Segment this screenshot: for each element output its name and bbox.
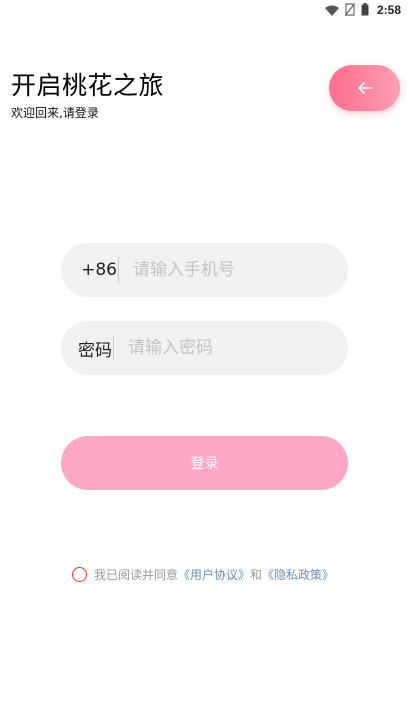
login-button[interactable]: 登录	[61, 436, 348, 490]
phone-field: +86	[61, 243, 348, 297]
agreement-checkbox[interactable]	[72, 566, 87, 582]
status-bar: 2:58	[0, 0, 409, 20]
agreement-and: 和	[250, 567, 263, 582]
agreement-text: 我已阅读并同意	[94, 567, 179, 582]
status-time: 2:58	[376, 3, 401, 17]
password-input[interactable]	[128, 338, 318, 358]
country-code[interactable]: +86	[61, 260, 117, 280]
wifi-icon	[324, 1, 339, 20]
agreement-row: 我已阅读并同意 《用户协议》 和 《隐私政策》	[72, 565, 334, 583]
user-agreement-link[interactable]: 《用户协议》	[178, 566, 250, 583]
status-icons: 2:58	[324, 1, 401, 20]
password-field: 密码	[61, 321, 348, 375]
battery-icon	[361, 1, 369, 20]
phone-divider	[118, 257, 119, 283]
no-sim-icon	[344, 1, 356, 20]
arrow-left-icon	[357, 79, 372, 98]
password-label: 密码	[78, 340, 112, 361]
page-title: 开启桃花之旅	[11, 71, 165, 100]
password-divider	[113, 335, 114, 361]
back-button[interactable]	[329, 65, 400, 111]
phone-input[interactable]	[133, 260, 323, 280]
privacy-policy-link[interactable]: 《隐私政策》	[262, 566, 334, 583]
page-subtitle: 欢迎回来,请登录	[11, 106, 99, 120]
